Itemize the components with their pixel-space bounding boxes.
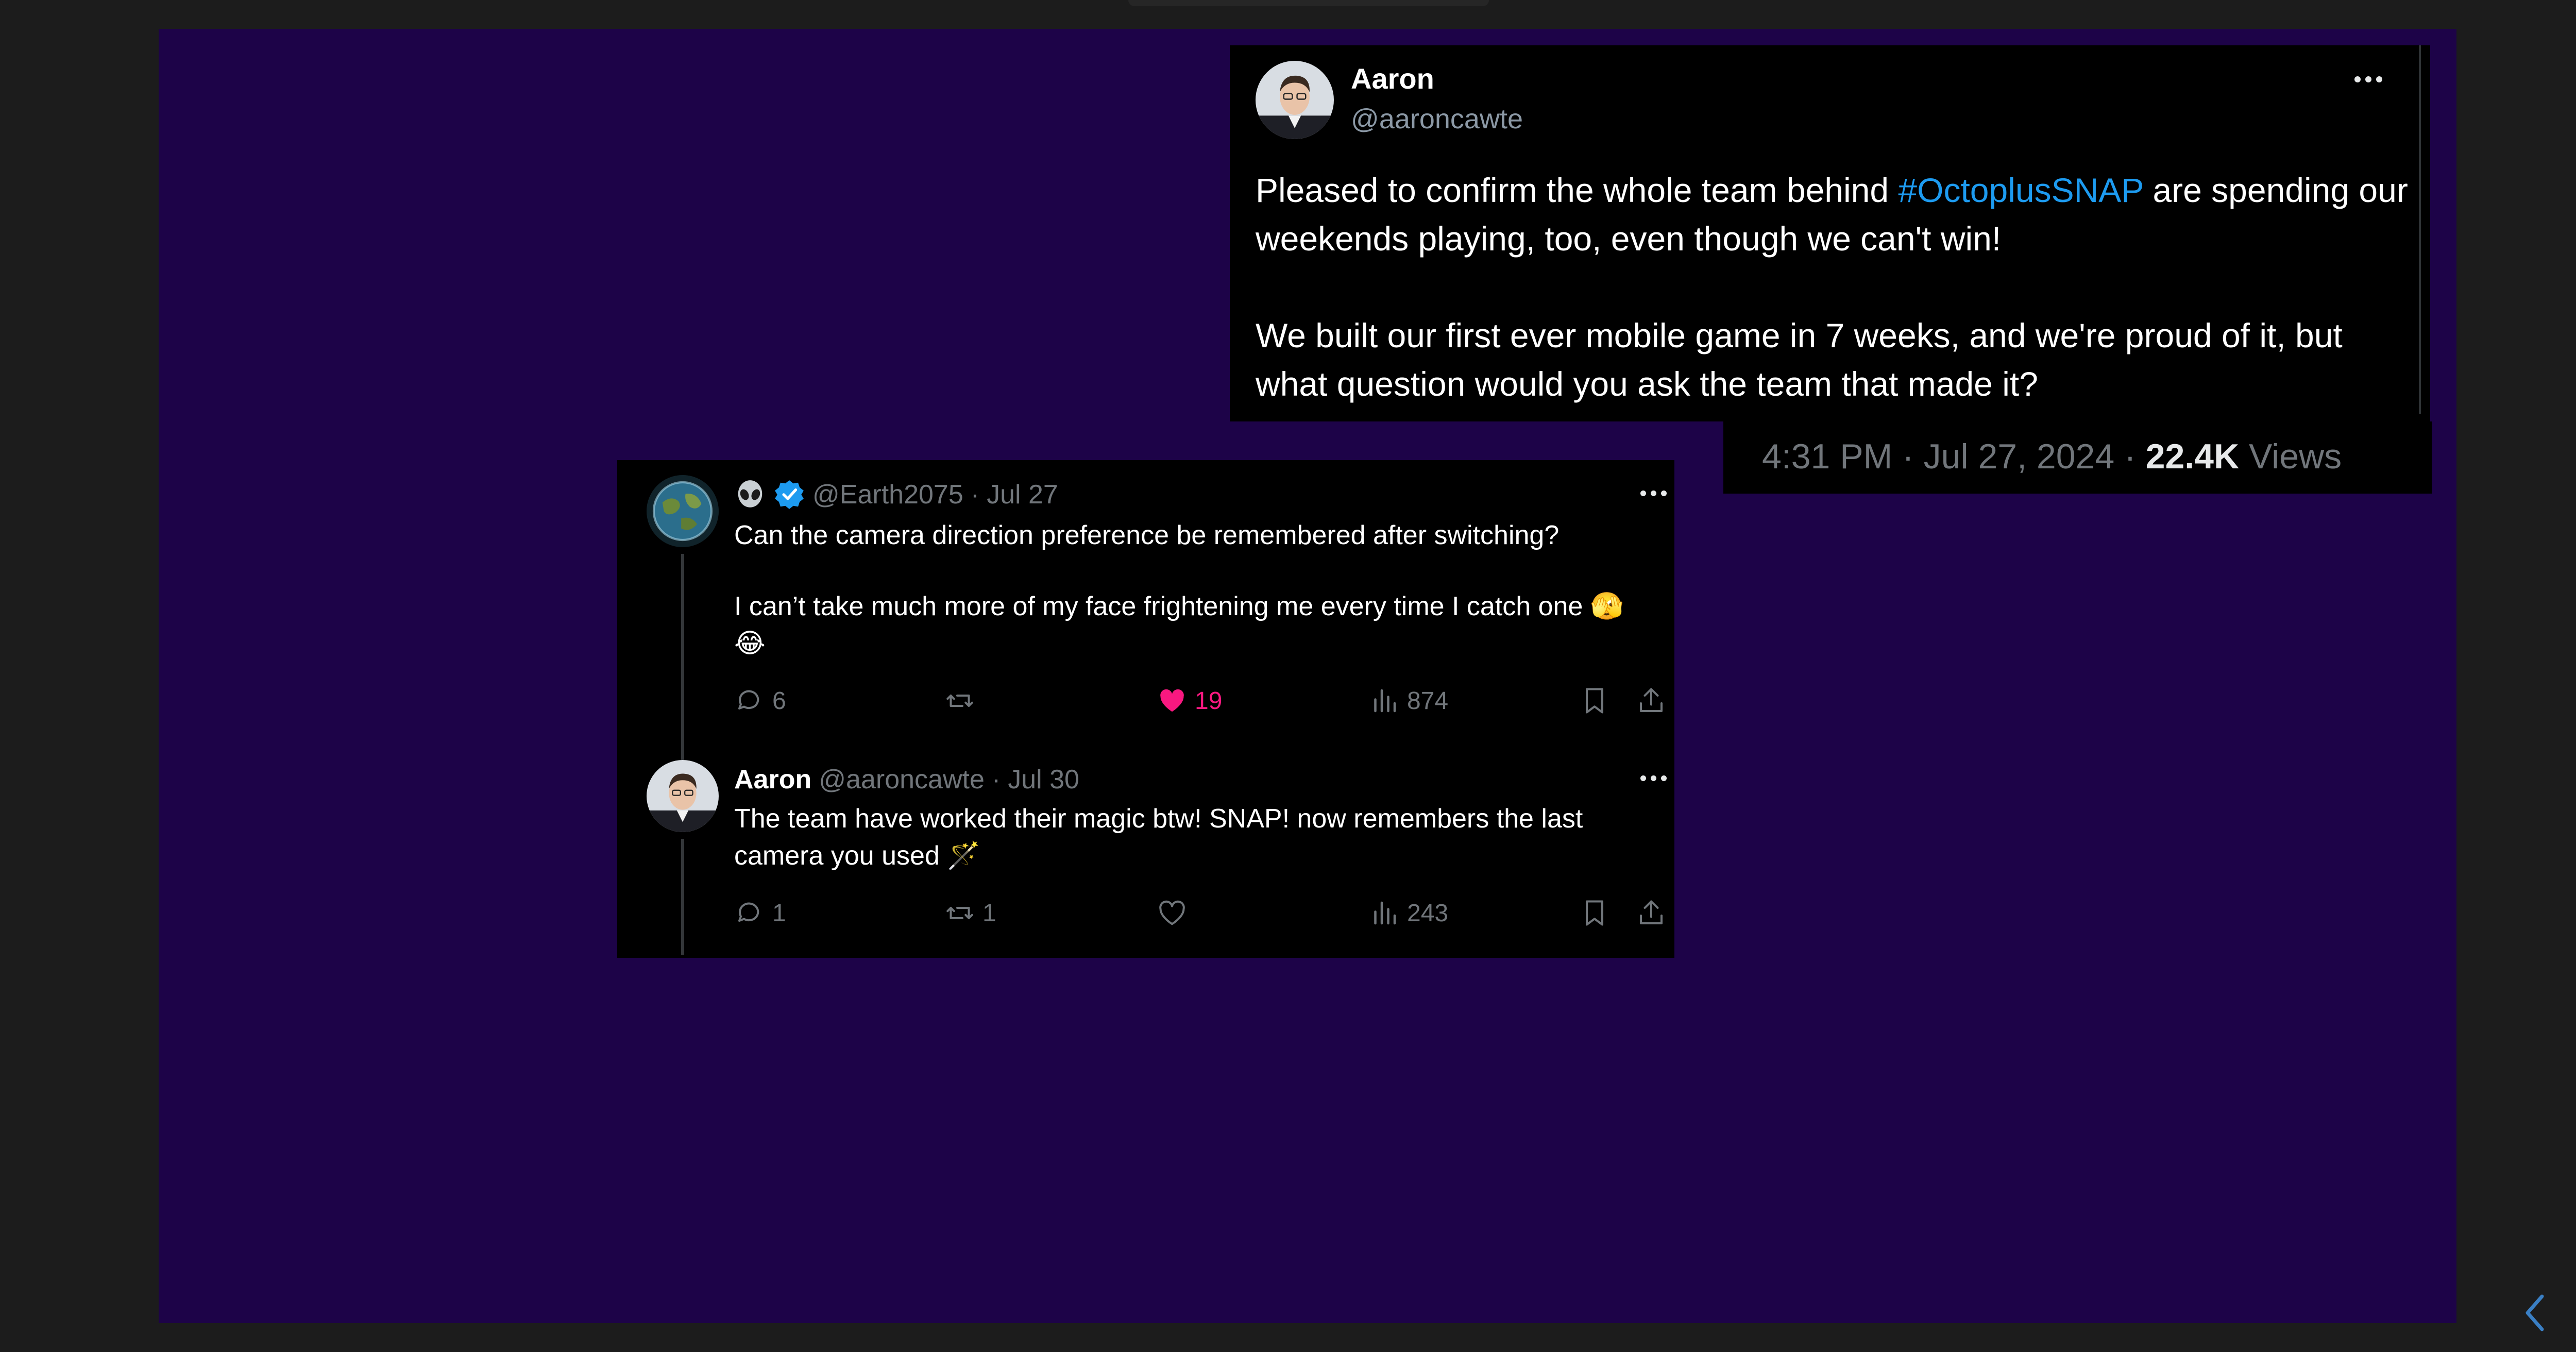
reply-header: Aaron @aaroncawte · Jul 30: [734, 762, 1079, 798]
reply-header: @Earth2075 · Jul 27: [734, 477, 1058, 513]
reply-date[interactable]: Jul 27: [987, 477, 1058, 513]
tweet-text-part: Pleased to confirm the whole team behind: [1256, 171, 1899, 209]
avatar[interactable]: [647, 475, 719, 547]
scroll-divider: [2419, 45, 2421, 414]
repost-button[interactable]: 1: [944, 895, 996, 931]
verified-icon: [775, 480, 804, 509]
views-count: 243: [1407, 899, 1449, 927]
thread-connector: [681, 839, 684, 955]
share-button[interactable]: [1636, 895, 1667, 931]
reply-icon: [738, 690, 759, 709]
tweet-text-paragraph: We built our first ever mobile game in 7…: [1256, 316, 2343, 403]
separator-dot: ·: [970, 480, 980, 510]
share-button[interactable]: [1636, 683, 1667, 719]
like-count: 19: [1195, 687, 1223, 715]
views-button[interactable]: 874: [1369, 683, 1448, 719]
reply-handle[interactable]: @aaroncawte: [819, 762, 985, 798]
like-button[interactable]: [1157, 895, 1195, 931]
views-button[interactable]: 243: [1369, 895, 1448, 931]
avatar[interactable]: [647, 760, 719, 832]
repost-button[interactable]: [944, 683, 982, 719]
author-handle[interactable]: @aaroncawte: [1351, 101, 1523, 137]
reply-button[interactable]: 6: [734, 683, 786, 719]
reply-handle[interactable]: @Earth2075: [812, 477, 963, 513]
reply-actions: 6 19 874: [734, 683, 1672, 719]
bookmark-button[interactable]: [1579, 895, 1610, 931]
tweet-timestamp[interactable]: 4:31 PM · Jul 27, 2024 ·: [1762, 437, 2146, 476]
more-icon[interactable]: [2354, 76, 2382, 82]
bookmark-icon: [1586, 688, 1603, 714]
author-name[interactable]: Aaron: [1351, 61, 1434, 97]
reply-date[interactable]: Jul 30: [1008, 762, 1079, 798]
share-icon: [1640, 900, 1663, 924]
reply-author-name[interactable]: Aaron: [734, 762, 811, 798]
reply-line: The team have worked their magic btw! SN…: [734, 804, 1583, 834]
more-icon[interactable]: [1640, 491, 1667, 496]
share-icon: [1640, 688, 1663, 712]
reply-line: Can the camera direction preference be r…: [734, 520, 1560, 550]
tweet-meta: 4:31 PM · Jul 27, 2024 · 22.4K Views: [1762, 431, 2342, 482]
like-button[interactable]: 19: [1157, 683, 1222, 719]
hashtag-link[interactable]: #OctoplusSNAP: [1898, 171, 2143, 209]
repost-icon: [946, 695, 973, 707]
reply-line: 😂: [734, 629, 766, 658]
reply-count: 1: [772, 899, 786, 927]
reply-icon: [738, 902, 759, 922]
views-icon: [1374, 901, 1396, 925]
reply-button[interactable]: 1: [734, 895, 786, 931]
reply-body: The team have worked their magic btw! SN…: [734, 800, 1662, 874]
repost-icon: [946, 907, 973, 919]
bookmark-button[interactable]: [1579, 683, 1610, 719]
like-icon: [1160, 689, 1184, 712]
separator-dot: ·: [991, 765, 1001, 795]
bookmark-icon: [1586, 900, 1603, 926]
reply-line: I can’t take much more of my face fright…: [734, 592, 1624, 621]
reply-actions: 1 1 243: [734, 895, 1672, 931]
avatar[interactable]: [1256, 61, 1334, 139]
reply-count: 6: [772, 687, 786, 715]
top-bar: [1128, 0, 1489, 6]
like-icon: [1159, 900, 1185, 925]
repost-count: 1: [982, 899, 996, 927]
reply-line: camera you used 🪄: [734, 841, 981, 871]
alien-icon: [738, 480, 762, 508]
reply-body: Can the camera direction preference be r…: [734, 517, 1662, 662]
chevron-left-icon[interactable]: [2519, 1292, 2550, 1333]
tweet-body: Pleased to confirm the whole team behind…: [1256, 166, 2415, 408]
views-count: 874: [1407, 687, 1449, 715]
views-icon: [1374, 689, 1396, 713]
views-label: Views: [2239, 437, 2342, 476]
thread-connector: [681, 554, 684, 760]
more-icon[interactable]: [1640, 775, 1667, 781]
views-count: 22.4K: [2145, 437, 2240, 476]
